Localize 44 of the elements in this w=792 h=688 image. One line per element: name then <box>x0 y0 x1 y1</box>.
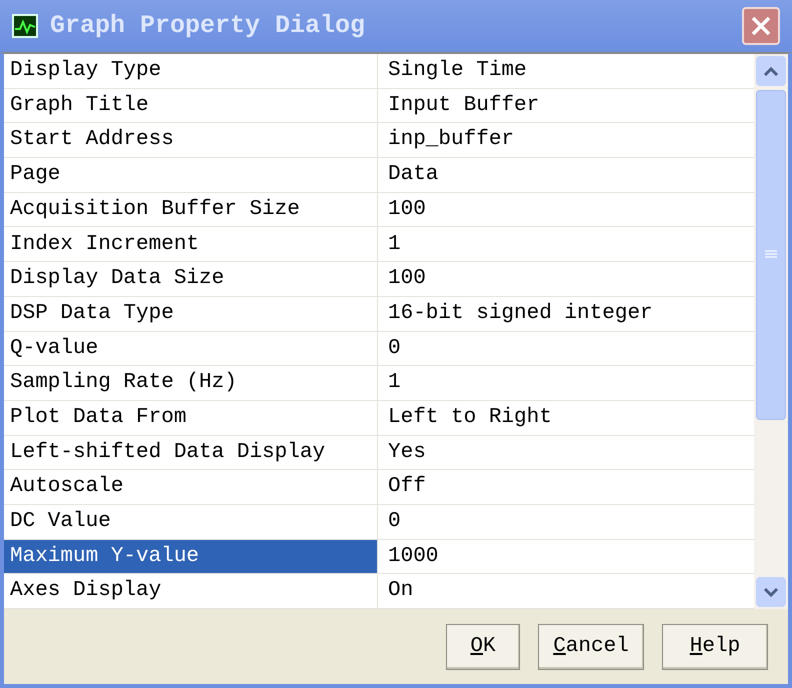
dialog-button[interactable]: Help <box>662 624 768 670</box>
property-value[interactable]: 1 <box>378 227 754 262</box>
grip-icon <box>764 250 778 260</box>
property-name[interactable]: Autoscale <box>4 470 378 504</box>
property-value[interactable]: 100 <box>378 262 754 296</box>
window-title: Graph Property Dialog <box>50 10 366 42</box>
property-value[interactable]: 1000 <box>378 540 754 574</box>
property-name[interactable]: Axes Display <box>4 574 378 608</box>
property-value[interactable]: inp_buffer <box>378 123 754 158</box>
property-value[interactable]: Off <box>378 470 754 504</box>
property-name[interactable]: DC Value <box>4 504 378 539</box>
property-value[interactable]: Single Time <box>378 54 754 88</box>
property-value[interactable]: 1 <box>378 366 754 400</box>
property-name[interactable]: Acquisition Buffer Size <box>4 192 378 226</box>
property-name[interactable]: Display Data Size <box>4 262 378 296</box>
property-name[interactable]: Graph Title <box>4 88 378 122</box>
scroll-down-button[interactable] <box>756 577 786 607</box>
scrollbar[interactable] <box>754 54 788 609</box>
property-name[interactable]: Left-shifted Data Display <box>4 436 378 470</box>
property-name[interactable]: DSP Data Type <box>4 296 378 330</box>
close-icon <box>750 15 772 37</box>
property-value[interactable]: On <box>378 574 754 608</box>
property-name[interactable]: Start Address <box>4 123 378 158</box>
property-value[interactable]: 16-bit signed integer <box>378 296 754 330</box>
property-name[interactable]: Plot Data From <box>4 400 378 435</box>
close-button[interactable] <box>742 7 780 45</box>
property-value[interactable]: 0 <box>378 332 754 366</box>
property-value[interactable]: Left to Right <box>378 400 754 435</box>
dialog-button[interactable]: OK <box>446 624 520 670</box>
property-name[interactable]: Index Increment <box>4 227 378 262</box>
scroll-thumb[interactable] <box>756 90 786 420</box>
graph-icon <box>12 14 38 38</box>
property-value[interactable]: Input Buffer <box>378 88 754 122</box>
property-value[interactable]: Data <box>378 158 754 192</box>
property-name[interactable]: Page <box>4 158 378 192</box>
property-value[interactable]: 100 <box>378 192 754 226</box>
property-name[interactable]: Q-value <box>4 332 378 366</box>
property-name[interactable]: Display Type <box>4 54 378 88</box>
property-value[interactable]: Yes <box>378 436 754 470</box>
dialog-button[interactable]: Cancel <box>538 624 644 670</box>
property-name[interactable]: Sampling Rate (Hz) <box>4 366 378 400</box>
property-value[interactable]: 0 <box>378 504 754 539</box>
property-name[interactable]: Maximum Y-value <box>4 540 378 574</box>
scroll-up-button[interactable] <box>756 56 786 86</box>
